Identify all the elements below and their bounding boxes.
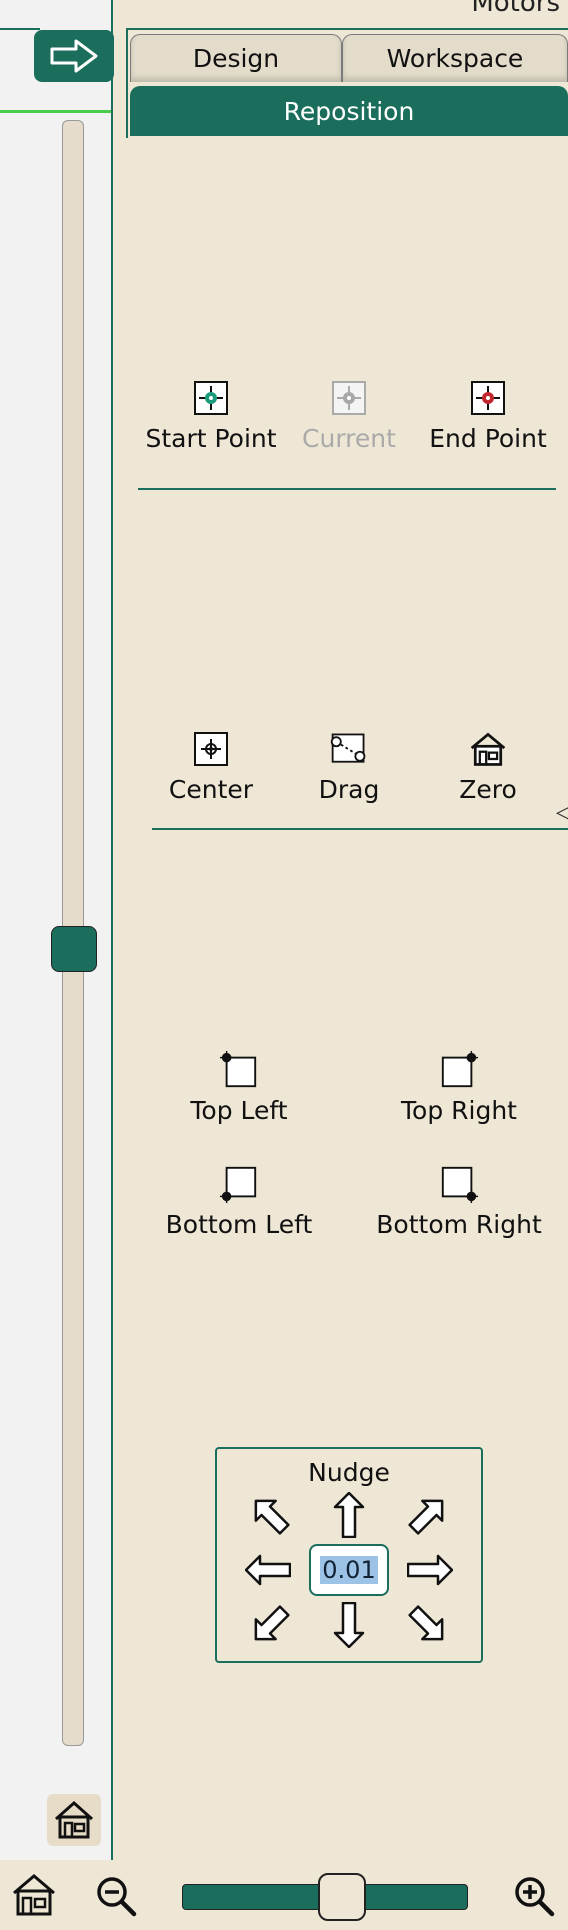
section-divider [152,828,568,830]
arrow-down-right-icon [408,1605,444,1641]
top-left-button[interactable]: Top Left [164,1050,314,1125]
arrow-down-left-icon [254,1605,290,1641]
zero-label: Zero [459,775,517,804]
nudge-down-right-button[interactable] [403,1600,453,1650]
arrow-up-right-icon [408,1499,444,1535]
tab-reposition[interactable]: Reposition [130,86,568,136]
top-left-label: Top Left [190,1096,288,1125]
current-point-label: Current [302,424,396,453]
zoom-in-button[interactable] [512,1874,556,1918]
bottom-left-label: Bottom Left [165,1210,313,1239]
nudge-up-left-button[interactable] [245,1490,295,1540]
zoom-slider-thumb[interactable] [318,1873,366,1921]
arrow-down-icon [333,1602,365,1648]
current-point-button[interactable]: Current [274,378,424,453]
arrow-right-icon [50,39,98,73]
bottom-left-button[interactable]: Bottom Left [164,1164,314,1239]
zero-button[interactable]: Zero [413,729,563,804]
arrow-up-left-icon [254,1499,290,1535]
zoom-out-icon [97,1877,137,1917]
drag-label: Drag [318,775,380,804]
top-right-corner-icon [439,1050,479,1090]
nudge-amount-input[interactable]: 0.01 [309,1544,389,1596]
section-divider [138,488,556,490]
bottom-right-button[interactable]: Bottom Right [376,1164,542,1239]
home-icon [13,1874,55,1916]
arrow-up-icon [333,1492,365,1538]
nudge-down-left-button[interactable] [245,1600,295,1650]
top-left-corner-icon [219,1050,259,1090]
end-point-label: End Point [429,424,547,453]
arrow-right-icon [407,1554,453,1586]
start-point-button[interactable]: Start Point [136,378,286,453]
arrow-left-icon [245,1554,291,1586]
current-point-icon [329,378,369,418]
nudge-up-button[interactable] [324,1490,374,1540]
home-view-button[interactable] [47,1794,101,1846]
pointer-cursor-icon: ◁ [556,800,568,825]
bottom-right-corner-icon [439,1164,479,1204]
end-point-button[interactable]: End Point [413,378,563,453]
bottom-left-corner-icon [219,1164,259,1204]
zoom-in-icon [515,1877,555,1917]
center-button[interactable]: Center [136,729,286,804]
tab-design[interactable]: Design [130,34,342,82]
vertical-slider-thumb[interactable] [51,926,97,972]
nudge-title: Nudge [308,1458,390,1487]
nudge-left-button[interactable] [243,1545,293,1595]
nudge-down-button[interactable] [324,1600,374,1650]
top-right-button[interactable]: Top Right [384,1050,534,1125]
nudge-up-right-button[interactable] [403,1490,453,1540]
motors-label[interactable]: Motors [471,0,560,18]
bottom-right-label: Bottom Right [376,1210,542,1239]
nudge-right-button[interactable] [405,1545,455,1595]
center-icon [191,729,231,769]
center-label: Center [168,775,254,804]
top-right-label: Top Right [401,1096,517,1125]
start-point-label: Start Point [145,424,277,453]
zoom-out-button[interactable] [94,1874,138,1918]
home-icon [468,729,508,769]
home-icon [55,1800,93,1839]
end-point-icon [468,378,508,418]
tab-workspace[interactable]: Workspace [342,34,568,82]
drag-button[interactable]: Drag [274,729,424,804]
home-button[interactable] [10,1872,58,1918]
highlight-line [0,110,111,113]
start-point-icon [191,378,231,418]
nudge-amount-value: 0.01 [320,1556,378,1584]
drag-icon [329,729,369,769]
divider [0,28,40,30]
collapse-panel-button[interactable] [34,30,114,82]
